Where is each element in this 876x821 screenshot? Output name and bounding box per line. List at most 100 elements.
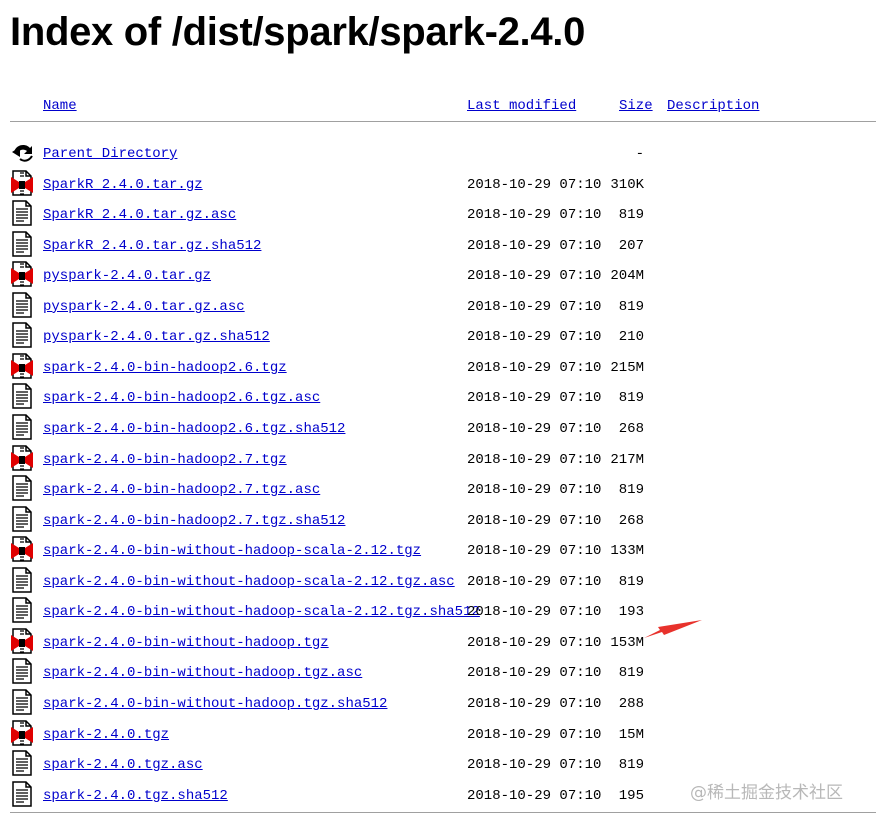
- text-file-icon: [10, 566, 34, 594]
- file-size: 288: [618, 695, 644, 712]
- file-size: 195: [618, 787, 644, 804]
- header-divider: [10, 121, 876, 122]
- file-last-modified: 2018-10-29 07:10: [467, 543, 602, 560]
- file-link[interactable]: pyspark-2.4.0.tar.gz.sha512: [43, 328, 270, 346]
- file-last-modified: 2018-10-29 07:10: [467, 390, 602, 407]
- file-link[interactable]: spark-2.4.0.tgz.sha512: [43, 787, 228, 805]
- text-file-icon: [10, 505, 34, 533]
- compressed-file-icon: [10, 352, 34, 380]
- file-size: 15M: [618, 726, 644, 743]
- file-link[interactable]: spark-2.4.0-bin-hadoop2.7.tgz.sha512: [43, 512, 345, 530]
- file-link[interactable]: spark-2.4.0-bin-without-hadoop.tgz.sha51…: [43, 695, 387, 713]
- back-icon: [10, 138, 34, 166]
- text-file-icon: [10, 749, 34, 777]
- file-size: 819: [618, 390, 644, 407]
- column-header-size[interactable]: Size: [619, 97, 653, 115]
- file-last-modified: 2018-10-29 07:10: [467, 726, 602, 743]
- file-size: 819: [618, 665, 644, 682]
- file-size: 819: [618, 482, 644, 499]
- table-row: pyspark-2.4.0.tar.gz.asc 2018-10-29 07:10…: [0, 291, 876, 321]
- file-link[interactable]: SparkR_2.4.0.tar.gz.sha512: [43, 237, 261, 255]
- file-size: 268: [618, 420, 644, 437]
- text-file-icon: [10, 291, 34, 319]
- file-link[interactable]: spark-2.4.0-bin-hadoop2.7.tgz.asc: [43, 481, 320, 499]
- file-link[interactable]: Parent Directory: [43, 145, 177, 163]
- footer-divider: [10, 812, 876, 813]
- file-last-modified: 2018-10-29 07:10: [467, 757, 602, 773]
- table-row: spark-2.4.0-bin-without-hadoop-scala-2.1…: [0, 535, 876, 565]
- table-row: SparkR_2.4.0.tar.gz.sha512 2018-10-29 07:…: [0, 230, 876, 260]
- file-size: 210: [618, 329, 644, 346]
- file-last-modified: 2018-10-29 07:10: [467, 451, 602, 468]
- text-file-icon: [10, 230, 34, 258]
- text-file-icon: [10, 199, 34, 227]
- file-last-modified: 2018-10-29 07:10: [467, 573, 602, 590]
- file-last-modified: 2018-10-29 07:10: [467, 604, 602, 621]
- text-file-icon: [10, 413, 34, 441]
- file-size: 819: [618, 207, 644, 224]
- file-size: 215M: [610, 359, 644, 376]
- file-size: 133M: [610, 543, 644, 560]
- table-row: spark-2.4.0-bin-without-hadoop-scala-2.1…: [0, 566, 876, 596]
- text-file-icon: [10, 382, 34, 410]
- file-link[interactable]: spark-2.4.0.tgz.asc: [43, 756, 203, 774]
- file-link[interactable]: spark-2.4.0.tgz: [43, 726, 169, 744]
- table-row: SparkR_2.4.0.tar.gz.asc 2018-10-29 07:10 8…: [0, 199, 876, 229]
- compressed-file-icon: [10, 535, 34, 563]
- file-link[interactable]: spark-2.4.0-bin-hadoop2.6.tgz: [43, 359, 287, 377]
- file-last-modified: 2018-10-29 07:10: [467, 512, 602, 529]
- column-header-name[interactable]: Name: [43, 97, 77, 115]
- watermark: @稀土掘金技术社区: [690, 783, 843, 803]
- table-row: spark-2.4.0-bin-hadoop2.6.tgz.asc 2018-10…: [0, 382, 876, 412]
- table-row: spark-2.4.0-bin-hadoop2.7.tgz.asc 2018-10…: [0, 474, 876, 504]
- table-row: spark-2.4.0.tgz 2018-10-29 07:10 15M: [0, 719, 876, 749]
- column-header-description[interactable]: Description: [667, 97, 759, 115]
- file-last-modified: 2018-10-29 07:10: [467, 695, 602, 712]
- column-header-last-modified[interactable]: Last modified: [467, 97, 576, 115]
- file-size: 193: [618, 604, 644, 621]
- file-last-modified: 2018-10-29 07:10: [467, 482, 602, 499]
- file-link[interactable]: spark-2.4.0-bin-without-hadoop.tgz.asc: [43, 664, 362, 682]
- file-last-modified: 2018-10-29 07:10: [467, 634, 602, 651]
- file-link[interactable]: spark-2.4.0-bin-without-hadoop-scala-2.1…: [43, 542, 421, 560]
- file-size: 153M: [610, 634, 644, 651]
- file-last-modified: 2018-10-29 07:10: [467, 359, 602, 376]
- file-last-modified: 2018-10-29 07:10: [467, 268, 602, 285]
- file-last-modified: 2018-10-29 07:10: [467, 237, 602, 254]
- file-link[interactable]: SparkR_2.4.0.tar.gz: [43, 176, 203, 194]
- file-size: 207: [618, 237, 644, 254]
- compressed-file-icon: [10, 627, 34, 655]
- text-file-icon: [10, 657, 34, 685]
- file-size: 217M: [610, 451, 644, 468]
- table-row: spark-2.4.0.tgz.asc 2018-10-29 07:10 819: [0, 749, 876, 779]
- file-link[interactable]: spark-2.4.0-bin-hadoop2.6.tgz.asc: [43, 389, 320, 407]
- file-last-modified: 2018-10-29 07:10: [467, 176, 602, 193]
- table-row: pyspark-2.4.0.tar.gz 2018-10-29 07:10 204M: [0, 260, 876, 290]
- file-last-modified: 2018-10-29 07:10: [467, 420, 602, 437]
- file-link[interactable]: SparkR_2.4.0.tar.gz.asc: [43, 206, 236, 224]
- file-link[interactable]: pyspark-2.4.0.tar.gz.asc: [43, 298, 245, 316]
- file-last-modified: 2018-10-29 07:10: [467, 207, 602, 224]
- file-last-modified: 2018-10-29 07:10: [467, 329, 602, 346]
- file-size: 268: [618, 512, 644, 529]
- red-arrow-icon: [644, 620, 702, 638]
- table-row: SparkR_2.4.0.tar.gz 2018-10-29 07:10 310K: [0, 169, 876, 199]
- text-file-icon: [10, 474, 34, 502]
- compressed-file-icon: [10, 260, 34, 288]
- file-link[interactable]: spark-2.4.0-bin-without-hadoop-scala-2.1…: [43, 603, 480, 621]
- file-link[interactable]: spark-2.4.0-bin-hadoop2.6.tgz.sha512: [43, 420, 345, 438]
- table-row: spark-2.4.0-bin-without-hadoop-scala-2.1…: [0, 596, 876, 626]
- text-file-icon: [10, 688, 34, 716]
- file-last-modified: 2018-10-29 07:10: [467, 298, 602, 315]
- table-row: spark-2.4.0-bin-hadoop2.7.tgz 2018-10-29 …: [0, 444, 876, 474]
- file-link[interactable]: spark-2.4.0-bin-without-hadoop-scala-2.1…: [43, 573, 455, 591]
- file-link[interactable]: pyspark-2.4.0.tar.gz: [43, 267, 211, 285]
- file-size: 310K: [610, 176, 644, 193]
- table-row: spark-2.4.0-bin-hadoop2.7.tgz.sha512 2018…: [0, 505, 876, 535]
- table-row: spark-2.4.0-bin-without-hadoop.tgz.sha51…: [0, 688, 876, 718]
- compressed-file-icon: [10, 169, 34, 197]
- file-link[interactable]: spark-2.4.0-bin-hadoop2.7.tgz: [43, 451, 287, 469]
- file-size: -: [635, 146, 644, 162]
- table-row: spark-2.4.0-bin-without-hadoop.tgz.asc 20…: [0, 657, 876, 687]
- file-link[interactable]: spark-2.4.0-bin-without-hadoop.tgz: [43, 634, 329, 652]
